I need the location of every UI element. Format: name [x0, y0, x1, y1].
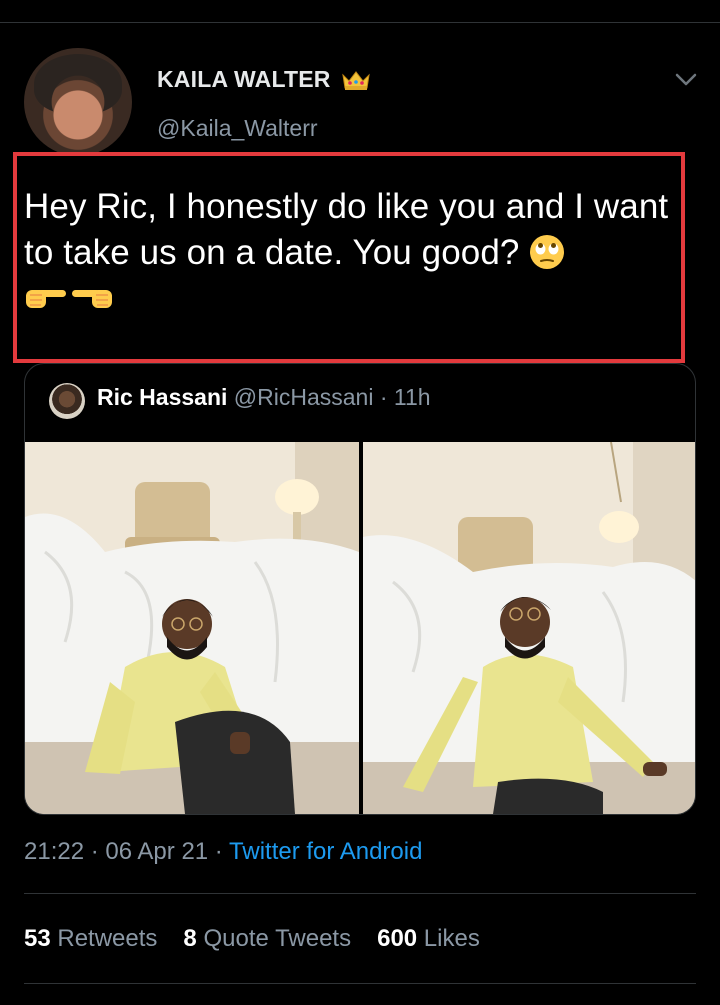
tweet-stats: 53 Retweets 8 Quote Tweets 600 Likes — [24, 925, 480, 953]
author-avatar[interactable] — [24, 48, 132, 156]
retweets-count: 53 — [24, 925, 51, 952]
likes-count: 600 — [377, 925, 418, 952]
tweet-source-link[interactable]: Twitter for Android — [229, 838, 422, 865]
crown-icon — [341, 70, 370, 90]
photo-1-illustration — [25, 442, 359, 814]
retweets-stat[interactable]: 53 Retweets — [24, 925, 157, 953]
quoted-handle-time: @RicHassani · 11h — [227, 384, 431, 410]
eye-roll-emoji — [530, 235, 565, 269]
quoted-photo-1[interactable] — [25, 442, 359, 814]
avatar-hair — [34, 54, 122, 114]
quoted-header: Ric Hassani @RicHassani · 11h — [97, 384, 431, 411]
likes-stat[interactable]: 600 Likes — [377, 925, 480, 953]
quote-tweets-stat[interactable]: 8 Quote Tweets — [183, 925, 351, 953]
pointing-left-emoji — [72, 290, 112, 308]
stats-divider-bottom — [24, 983, 696, 984]
tweet-meta: 21:22 · 06 Apr 21 · Twitter for Android — [24, 838, 422, 866]
chevron-down-icon[interactable] — [671, 68, 701, 92]
retweets-label: Retweets — [50, 925, 158, 952]
pointing-hands — [24, 282, 114, 312]
quotes-label: Quote Tweets — [196, 925, 352, 952]
quoted-tweet[interactable]: Ric Hassani @RicHassani · 11h — [24, 363, 696, 815]
photo-2-illustration — [363, 442, 695, 814]
author-name-row: KAILA WALTER — [157, 66, 371, 93]
author-handle[interactable]: @Kaila_Walterr — [157, 115, 318, 142]
stats-divider-top — [24, 893, 696, 894]
quoted-photo-2[interactable] — [363, 442, 695, 814]
author-name[interactable]: KAILA WALTER — [157, 66, 331, 93]
quoted-name[interactable]: Ric Hassani — [97, 384, 227, 410]
pointing-right-emoji — [26, 290, 66, 308]
likes-label: Likes — [417, 925, 480, 952]
quoted-avatar[interactable] — [49, 383, 85, 419]
top-divider — [0, 22, 720, 23]
tweet-text: Hey Ric, I honestly do like you and I wa… — [24, 187, 669, 272]
tweet-text-block: Hey Ric, I honestly do like you and I wa… — [24, 184, 672, 276]
tweet-timestamp[interactable]: 21:22 · 06 Apr 21 · — [24, 838, 229, 865]
quotes-count: 8 — [183, 925, 197, 952]
